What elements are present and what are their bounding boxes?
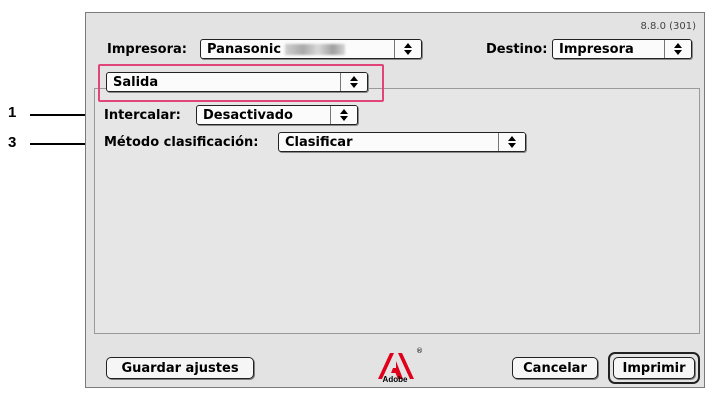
section-highlight bbox=[98, 64, 384, 102]
printer-popup[interactable]: Panasonic bbox=[200, 39, 422, 59]
registered-mark: ® bbox=[416, 347, 423, 355]
sort-method-value: Clasificar bbox=[285, 134, 353, 150]
updown-arrows-icon bbox=[498, 133, 525, 151]
destination-value: Impresora bbox=[559, 41, 634, 57]
redacted-model bbox=[285, 43, 346, 55]
printer-label: Impresora: bbox=[107, 42, 187, 57]
save-settings-button[interactable]: Guardar ajustes bbox=[106, 357, 254, 379]
updown-arrows-icon bbox=[394, 40, 421, 58]
printer-value: Panasonic bbox=[207, 41, 282, 57]
cancel-button[interactable]: Cancelar bbox=[512, 357, 598, 379]
collate-popup[interactable]: Desactivado bbox=[196, 105, 358, 125]
print-button[interactable]: Imprimir bbox=[613, 357, 695, 379]
adobe-logo-text: Adobe bbox=[382, 375, 408, 384]
version-label: 8.8.0 (301) bbox=[640, 21, 696, 32]
callout-number-3: 3 bbox=[8, 134, 17, 151]
collate-label: Intercalar: bbox=[104, 108, 181, 123]
destination-label: Destino: bbox=[486, 42, 548, 57]
sort-method-label: Método clasificación: bbox=[104, 135, 259, 150]
collate-value: Desactivado bbox=[203, 107, 293, 123]
updown-arrows-icon bbox=[330, 106, 357, 124]
destination-popup[interactable]: Impresora bbox=[552, 39, 692, 59]
sort-method-popup[interactable]: Clasificar bbox=[278, 132, 526, 152]
options-panel bbox=[94, 88, 700, 334]
callout-number-1: 1 bbox=[8, 104, 17, 121]
updown-arrows-icon bbox=[664, 40, 691, 58]
